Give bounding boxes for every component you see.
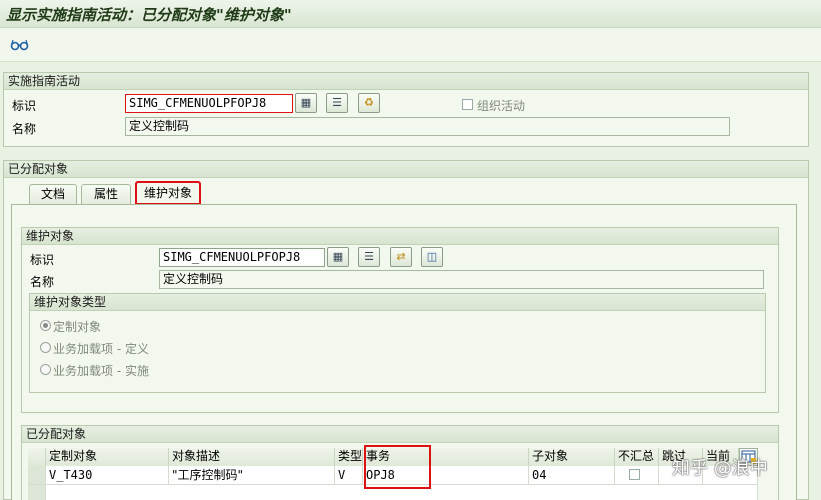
cell-type[interactable]: V [335, 466, 363, 485]
maintenance-object-group: 维护对象 标识 SIMG_CFMENUOLPFOPJ8 ▦ ☰ ⇄ ◫ 名称 定… [21, 227, 779, 413]
maint-name-field: 定义控制码 [159, 270, 764, 289]
col-sub-object[interactable]: 子对象 [529, 448, 615, 466]
cell-no-summary[interactable] [615, 466, 659, 485]
window-title: 显示实施指南活动：已分配对象"维护对象" [6, 6, 292, 24]
object-type-header: 维护对象类型 [30, 294, 765, 311]
impl-activity-group: 实施指南活动 标识 SIMG_CFMENUOLPFOPJ8 ▦ ☰ ♻ 组织活动… [3, 72, 809, 147]
note-icon[interactable]: ▦ [327, 247, 349, 267]
maintenance-object-header: 维护对象 [22, 228, 778, 245]
row-selector[interactable] [28, 466, 46, 485]
radio-badi-implementation-label: 业务加载项 - 实施 [53, 364, 149, 378]
name-label: 名称 [12, 122, 37, 136]
tab-attributes[interactable]: 属性 [81, 184, 131, 204]
tab-documentation[interactable]: 文档 [29, 184, 77, 204]
impl-activity-header: 实施指南活动 [4, 73, 808, 90]
note-icon[interactable]: ▦ [295, 93, 317, 113]
binoculars-icon[interactable]: ◫ [421, 247, 443, 267]
glasses-icon[interactable] [10, 38, 30, 52]
org-activity-checkbox[interactable] [462, 99, 473, 110]
cell-sub-object[interactable]: 04 [529, 466, 615, 485]
hierarchy-icon[interactable]: ♻ [358, 93, 380, 113]
assigned-objects-header: 已分配对象 [4, 161, 808, 178]
tab-maintenance-objects[interactable]: 维护对象 [135, 181, 201, 205]
radio-badi-definition[interactable] [40, 342, 51, 353]
maint-name-label: 名称 [30, 275, 55, 289]
list-icon[interactable]: ☰ [326, 93, 348, 113]
radio-custom-object[interactable] [40, 320, 51, 331]
name-field: 定义控制码 [125, 117, 730, 136]
radio-badi-implementation[interactable] [40, 364, 51, 375]
id-field[interactable]: SIMG_CFMENUOLPFOPJ8 [125, 94, 293, 113]
cell-object-description[interactable]: "工序控制码" [169, 466, 335, 485]
navigate-icon[interactable]: ⇄ [390, 247, 412, 267]
id-label: 标识 [12, 99, 37, 113]
maint-id-field[interactable]: SIMG_CFMENUOLPFOPJ8 [159, 248, 325, 267]
col-no-summary[interactable]: 不汇总 [615, 448, 659, 466]
toolbar [0, 28, 821, 62]
list-icon[interactable]: ☰ [358, 247, 380, 267]
assigned-table-header: 已分配对象 [22, 426, 778, 443]
no-summary-checkbox[interactable] [629, 469, 640, 480]
maint-id-label: 标识 [30, 253, 55, 267]
row-selector[interactable] [28, 485, 46, 500]
cell-custom-object[interactable]: V_T430 [46, 466, 169, 485]
watermark: 知乎 @浪中 [672, 458, 768, 479]
title-bar: 显示实施指南活动：已分配对象"维护对象" [0, 0, 821, 28]
radio-custom-object-label: 定制对象 [53, 320, 102, 334]
col-custom-object[interactable]: 定制对象 [46, 448, 169, 466]
col-object-description[interactable]: 对象描述 [169, 448, 335, 466]
row-selector-header[interactable] [28, 448, 46, 466]
col-type[interactable]: 类型 [335, 448, 363, 466]
org-activity-label: 组织活动 [477, 99, 526, 113]
radio-badi-definition-label: 业务加载项 - 定义 [53, 342, 149, 356]
transaction-highlight [364, 445, 431, 489]
object-type-group: 维护对象类型 定制对象 业务加载项 - 定义 业务加载项 - 实施 [29, 293, 766, 393]
